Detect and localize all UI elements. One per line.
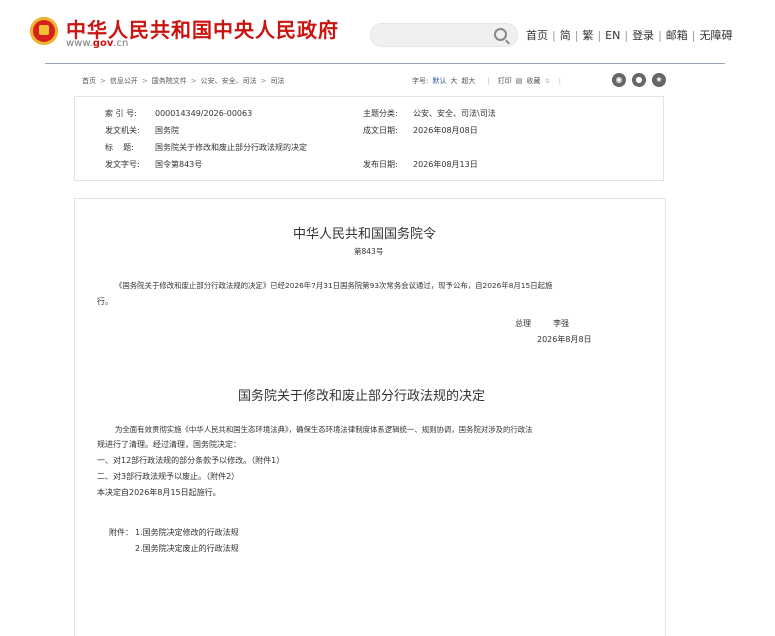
- crumb-justice[interactable]: 司法: [271, 77, 285, 85]
- star-icon[interactable]: ☆: [544, 77, 554, 85]
- attachment-link[interactable]: 2.国务院决定废止的行政法规: [135, 543, 239, 554]
- top-nav: 首页 | 简 | 繁 | EN | 登录 | 邮箱 | 无障碍: [526, 29, 733, 42]
- attachments-label: 附件：: [109, 528, 133, 537]
- document-body: 中华人民共和国国务院令 第843号 《国务院关于修改和废止部分行政法规的决定》已…: [74, 198, 666, 636]
- print-icon[interactable]: ▤: [516, 77, 527, 85]
- meta-title: 标 题: 国务院关于修改和废止部分行政法规的决定: [105, 143, 307, 152]
- crumb-category[interactable]: 公安、安全、司法: [201, 77, 257, 85]
- share-icons: ◉ ● ★: [612, 73, 672, 87]
- national-emblem-icon[interactable]: [30, 17, 58, 45]
- effective-date: 本决定自2026年8月15日起施行。: [97, 488, 221, 497]
- font-xlarge-button[interactable]: 超大: [461, 77, 479, 85]
- paragraph-cont: 规进行了清理。经过清理，国务院决定：: [97, 440, 241, 449]
- nav-mail[interactable]: 邮箱: [666, 29, 688, 42]
- nav-traditional[interactable]: 繁: [582, 29, 593, 42]
- signatory-title: 总理: [515, 319, 531, 328]
- meta-publish-date: 发布日期: 2026年08月13日: [363, 160, 478, 169]
- chevron-right-icon: >: [100, 77, 106, 85]
- wechat-icon[interactable]: ●: [632, 73, 646, 87]
- tools-divider: |: [558, 77, 561, 85]
- list-item: 二、对3部行政法规予以废止。（附件2）: [97, 472, 240, 481]
- meta-topic: 主题分类: 公安、安全、司法\司法: [363, 109, 496, 118]
- order-body: 《国务院关于修改和废止部分行政法规的决定》已经2026年7月31日国务院第93次…: [115, 281, 553, 290]
- weibo-icon[interactable]: ◉: [612, 73, 626, 87]
- decision-title: 国务院关于修改和废止部分行政法规的决定: [238, 389, 486, 404]
- meta-written-date: 成文日期: 2026年08月08日: [363, 126, 478, 135]
- nav-english[interactable]: EN: [605, 29, 620, 42]
- crumb-docs[interactable]: 国务院文件: [152, 77, 187, 85]
- print-button[interactable]: 打印: [498, 77, 516, 85]
- search-input[interactable]: [370, 23, 518, 47]
- paragraph: 为全面有效贯彻实施《中华人民共和国生态环境法典》，确保生态环境法律制度体系逻辑统…: [115, 425, 533, 434]
- favorite-button[interactable]: 收藏: [526, 77, 544, 85]
- document-metadata: 索 引 号: 000014349/2026-00063 主题分类: 公安、安全、司法…: [74, 96, 664, 181]
- meta-doc-number: 发文字号: 国令第843号: [105, 160, 203, 169]
- site-url: www.gov.cn: [66, 38, 129, 49]
- nav-accessibility[interactable]: 无障碍: [700, 29, 733, 42]
- font-size-label: 字号:: [412, 77, 429, 85]
- font-large-button[interactable]: 大: [450, 77, 461, 85]
- order-body-cont: 行。: [97, 297, 113, 306]
- tools-divider: |: [487, 77, 490, 85]
- order-title: 中华人民共和国国务院令: [293, 227, 437, 242]
- site-header: 中华人民共和国中央人民政府 www.gov.cn 首页 | 简 | 繁 | EN | 登录 | 邮箱…: [0, 0, 775, 62]
- crumb-home[interactable]: 首页: [82, 77, 96, 85]
- favorite-star-icon[interactable]: ★: [652, 73, 666, 87]
- chevron-right-icon: >: [260, 77, 267, 85]
- meta-index: 索 引 号: 000014349/2026-00063: [105, 109, 253, 118]
- breadcrumb-bar: 首页 > 信息公开 > 国务院文件 > 公安、安全、司法 > 司法 字号: 默认大超大 | 打印 ▤ 收藏…: [82, 73, 672, 91]
- search-icon[interactable]: [494, 28, 507, 41]
- font-default-button[interactable]: 默认: [432, 77, 450, 85]
- signing-date: 2026年8月8日: [537, 335, 592, 344]
- page-tools: 字号: 默认大超大 | 打印 ▤ 收藏 ☆ |: [412, 76, 565, 86]
- list-item: 一、对12部行政法规的部分条款予以修改。（附件1）: [97, 456, 285, 465]
- nav-login[interactable]: 登录: [632, 29, 654, 42]
- signatory-name: 李强: [553, 319, 569, 328]
- chevron-right-icon: >: [190, 77, 197, 85]
- header-divider: [45, 63, 725, 64]
- chevron-right-icon: >: [141, 77, 148, 85]
- nav-home[interactable]: 首页: [526, 29, 548, 42]
- attachment-link[interactable]: 1.国务院决定修改的行政法规: [135, 527, 239, 538]
- meta-issuer: 发文机关: 国务院: [105, 126, 179, 135]
- nav-simplified[interactable]: 简: [560, 29, 571, 42]
- order-number: 第843号: [354, 247, 384, 256]
- crumb-info[interactable]: 信息公开: [110, 77, 138, 85]
- breadcrumb: 首页 > 信息公开 > 国务院文件 > 公安、安全、司法 > 司法: [82, 76, 285, 86]
